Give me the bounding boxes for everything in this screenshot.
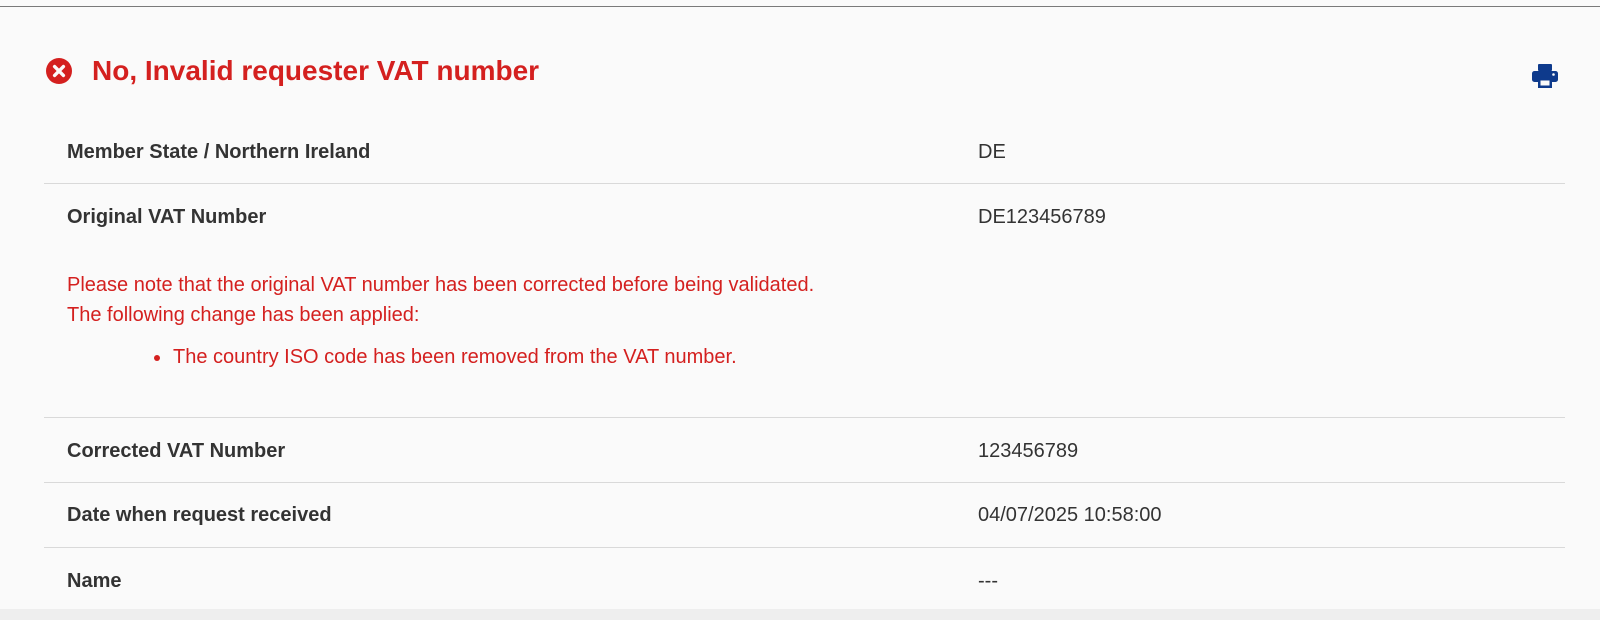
- member-state-value: DE: [978, 141, 1006, 163]
- request-date-label: Date when request received: [67, 504, 332, 526]
- bullet-icon: [154, 355, 160, 361]
- corrected-vat-value: 123456789: [978, 440, 1079, 462]
- correction-change-list: The country ISO code has been removed fr…: [154, 345, 737, 369]
- result-header: No, Invalid requester VAT number: [46, 55, 540, 86]
- request-date-value: 04/07/2025 10:58:00: [978, 504, 1162, 526]
- correction-notice-line2: The following change has been applied:: [67, 304, 420, 326]
- correction-change-text: The country ISO code has been removed fr…: [173, 346, 737, 368]
- result-title: No, Invalid requester VAT number: [92, 55, 540, 86]
- correction-notice: Please note that the original VAT number…: [67, 270, 814, 330]
- corrected-vat-label: Corrected VAT Number: [67, 440, 286, 462]
- correction-notice-line1: Please note that the original VAT number…: [67, 274, 815, 296]
- print-icon[interactable]: [1532, 64, 1558, 88]
- member-state-label: Member State / Northern Ireland: [67, 141, 371, 163]
- error-circle-x-icon: [46, 58, 72, 84]
- name-label: Name: [67, 570, 122, 592]
- vat-details-table: Member State / Northern Ireland DE Origi…: [44, 118, 1565, 608]
- top-divider: [0, 0, 1600, 7]
- detail-row-corrected-vat: Corrected VAT Number 123456789: [44, 418, 1565, 483]
- vat-result-panel: No, Invalid requester VAT number Member …: [0, 7, 1600, 609]
- detail-row-name: Name ---: [44, 548, 1565, 608]
- correction-change-item: The country ISO code has been removed fr…: [154, 345, 737, 369]
- detail-row-member-state: Member State / Northern Ireland DE: [44, 118, 1565, 184]
- name-value: ---: [978, 570, 998, 592]
- original-vat-label: Original VAT Number: [67, 206, 267, 228]
- original-vat-value: DE123456789: [978, 206, 1106, 228]
- detail-row-request-date: Date when request received 04/07/2025 10…: [44, 483, 1565, 548]
- detail-row-original-vat: Original VAT Number DE123456789 Please n…: [44, 184, 1565, 418]
